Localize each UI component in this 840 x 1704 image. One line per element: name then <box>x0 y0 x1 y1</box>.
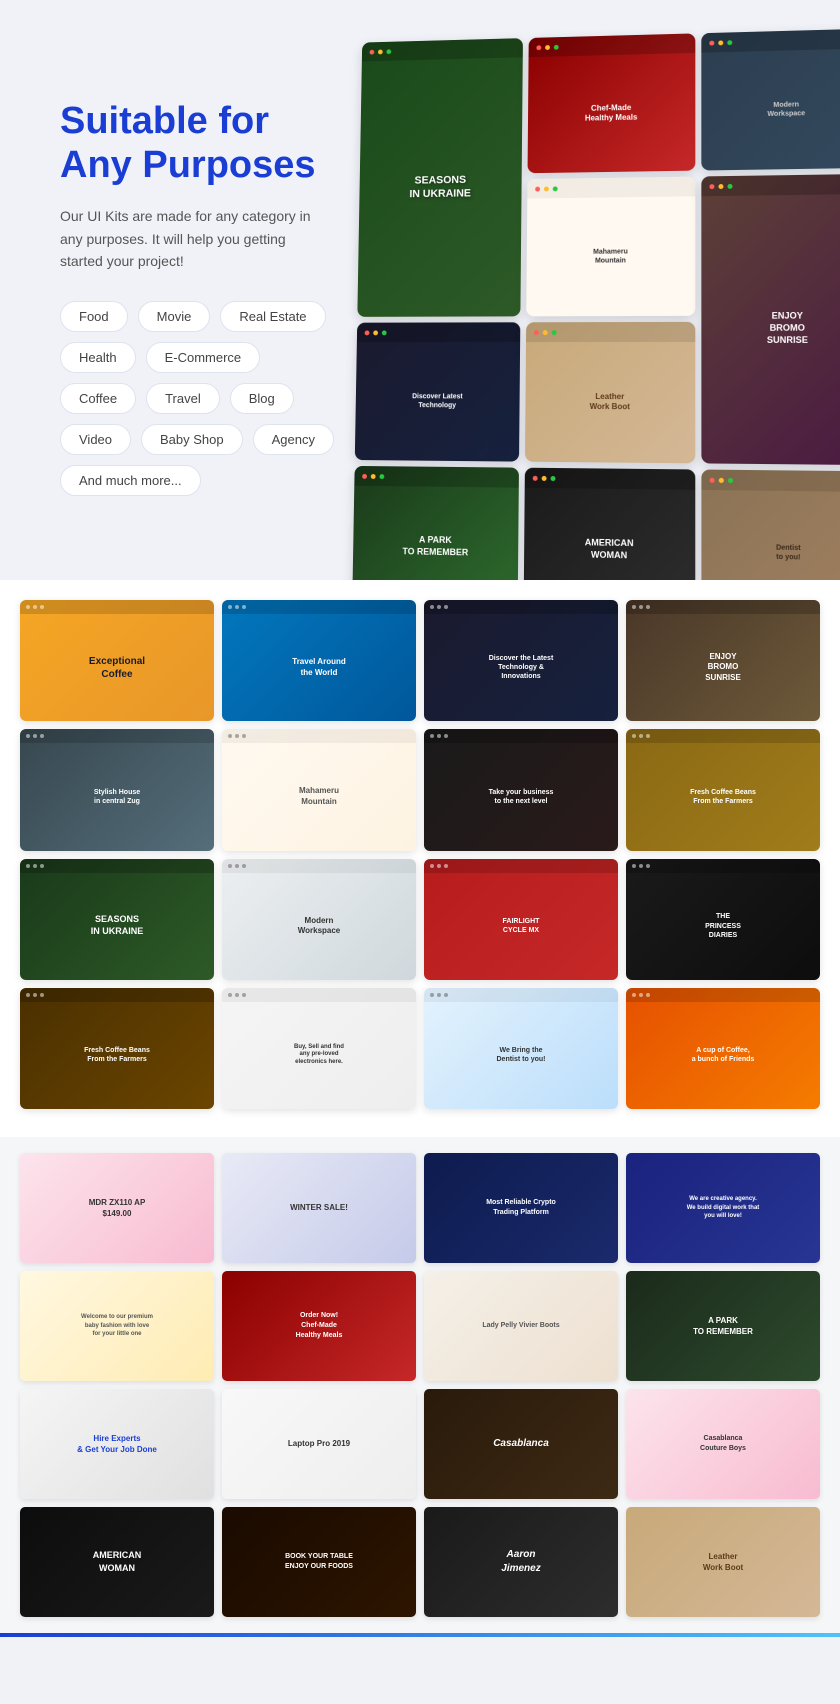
mosaic-item: AMERICANWOMAN <box>524 468 695 580</box>
screenshot-princess[interactable]: THEPRINCESSDIARIES <box>626 859 820 980</box>
tags-container: Food Movie Real Estate Health E-Commerce… <box>60 301 340 496</box>
screenshot-cycle[interactable]: FAIRLIGHTCYCLE MX <box>424 859 618 980</box>
tag-ecommerce[interactable]: E-Commerce <box>146 342 261 373</box>
card-leather-boot[interactable]: LeatherWork Boot <box>626 1507 820 1617</box>
hero-mosaic: SEASONSIN UKRAINE Chef-MadeHealthy Meals <box>351 29 840 580</box>
tag-agency[interactable]: Agency <box>253 424 334 455</box>
screenshots-section: ExceptionalCoffee Travel Aroundthe World… <box>0 580 840 1137</box>
screenshot-travel-world[interactable]: Travel Aroundthe World <box>222 600 416 721</box>
mosaic-item: ModernWorkspace <box>701 29 840 171</box>
bottom-row-2: Welcome to our premiumbaby fashion with … <box>20 1271 820 1381</box>
tag-coffee[interactable]: Coffee <box>60 383 136 414</box>
mosaic-item: SEASONSIN UKRAINE <box>357 38 523 317</box>
screenshot-exceptional-coffee[interactable]: ExceptionalCoffee <box>20 600 214 721</box>
card-boots[interactable]: Lady Pelly Vivier Boots <box>424 1271 618 1381</box>
bottom-section: MDR ZX110 AP$149.00 WINTER SALE! Most Re… <box>0 1137 840 1633</box>
screenshot-dentist[interactable]: We Bring theDentist to you! <box>424 988 618 1109</box>
accent-bar <box>0 1633 840 1637</box>
screenshot-coffee-farmers[interactable]: Fresh Coffee BeansFrom the Farmers <box>626 729 820 850</box>
mosaic-item: ENJOYBROMOSUNRISE <box>701 174 840 465</box>
card-hire-experts[interactable]: Hire Experts& Get Your Job Done <box>20 1389 214 1499</box>
card-aaron-jimenez[interactable]: AaronJimenez <box>424 1507 618 1617</box>
hero-subtitle: Our UI Kits are made for any category in… <box>60 205 330 272</box>
card-american-woman[interactable]: AMERICANWOMAN <box>20 1507 214 1617</box>
screenshot-business[interactable]: Take your businessto the next level <box>424 729 618 850</box>
bottom-row-1: MDR ZX110 AP$149.00 WINTER SALE! Most Re… <box>20 1153 820 1263</box>
screenshot-bromo[interactable]: ENJOYBROMOSUNRISE <box>626 600 820 721</box>
card-casablanca[interactable]: Casablanca <box>424 1389 618 1499</box>
tag-health[interactable]: Health <box>60 342 136 373</box>
screenshot-workspace[interactable]: ModernWorkspace <box>222 859 416 980</box>
screenshot-technology[interactable]: Discover the LatestTechnology &Innovatio… <box>424 600 618 721</box>
card-enjoy-foods[interactable]: BOOK YOUR TABLEENJOY OUR FOODS <box>222 1507 416 1617</box>
bottom-row-4: AMERICANWOMAN BOOK YOUR TABLEENJOY OUR F… <box>20 1507 820 1617</box>
screenshot-seasons[interactable]: SEASONSIN UKRAINE <box>20 859 214 980</box>
screenshots-row-1: ExceptionalCoffee Travel Aroundthe World… <box>20 600 820 721</box>
mosaic-item: LeatherWork Boot <box>525 322 695 463</box>
card-agency[interactable]: We are creative agency.We build digital … <box>626 1153 820 1263</box>
tag-travel[interactable]: Travel <box>146 383 220 414</box>
screenshot-coffee-farmers2[interactable]: Fresh Coffee BeansFrom the Farmers <box>20 988 214 1109</box>
mosaic-item: Dentistto you! <box>701 470 840 580</box>
screenshots-row-3: SEASONSIN UKRAINE ModernWorkspace FAIRLI… <box>20 859 820 980</box>
hero-section: Suitable for Any Purposes Our UI Kits ar… <box>0 0 840 580</box>
card-winter-sale[interactable]: WINTER SALE! <box>222 1153 416 1263</box>
bottom-row-3: Hire Experts& Get Your Job Done Laptop P… <box>20 1389 820 1499</box>
screenshots-row-2: Stylish Housein central Zug MahameruMoun… <box>20 729 820 850</box>
hero-left: Suitable for Any Purposes Our UI Kits ar… <box>60 60 400 540</box>
card-crypto[interactable]: Most Reliable CryptoTrading Platform <box>424 1153 618 1263</box>
mosaic-item: Chef-MadeHealthy Meals <box>528 33 695 173</box>
tag-food[interactable]: Food <box>60 301 128 332</box>
screenshot-marketplace[interactable]: Buy, Sell and findany pre-lovedelectroni… <box>222 988 416 1109</box>
card-laptop[interactable]: Laptop Pro 2019 <box>222 1389 416 1499</box>
tag-movie[interactable]: Movie <box>138 301 211 332</box>
tag-real-estate[interactable]: Real Estate <box>220 301 325 332</box>
hero-right: SEASONSIN UKRAINE Chef-MadeHealthy Meals <box>400 60 840 540</box>
card-healthy-meals[interactable]: Order Now!Chef-MadeHealthy Meals <box>222 1271 416 1381</box>
mosaic-item: A PARKTO REMEMBER <box>352 466 519 580</box>
card-headphone[interactable]: MDR ZX110 AP$149.00 <box>20 1153 214 1263</box>
tag-more[interactable]: And much more... <box>60 465 201 496</box>
screenshot-coffee-friends[interactable]: A cup of Coffee,a bunch of Friends <box>626 988 820 1109</box>
tag-baby-shop[interactable]: Baby Shop <box>141 424 243 455</box>
screenshot-house-zug[interactable]: Stylish Housein central Zug <box>20 729 214 850</box>
screenshot-mahameru[interactable]: MahameruMountain <box>222 729 416 850</box>
tag-blog[interactable]: Blog <box>230 383 294 414</box>
mosaic-item: Discover LatestTechnology <box>355 322 521 461</box>
card-casablanca-boys[interactable]: CasablancaCouture Boys <box>626 1389 820 1499</box>
mosaic-item: MahameruMountain <box>527 177 695 317</box>
hero-title: Suitable for Any Purposes <box>60 100 400 187</box>
card-park[interactable]: A PARKTO REMEMBER <box>626 1271 820 1381</box>
card-baby-shop[interactable]: Welcome to our premiumbaby fashion with … <box>20 1271 214 1381</box>
screenshots-row-4: Fresh Coffee BeansFrom the Farmers Buy, … <box>20 988 820 1109</box>
tag-video[interactable]: Video <box>60 424 131 455</box>
